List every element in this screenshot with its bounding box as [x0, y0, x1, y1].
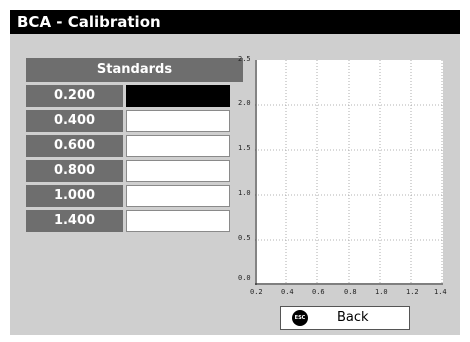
standard-reading-field[interactable]: [126, 85, 230, 107]
back-button-label: Back: [337, 310, 369, 325]
y-tick-label: 1.0: [238, 189, 251, 197]
x-tick-label: 1.2: [406, 288, 419, 296]
standard-reading-field[interactable]: [126, 210, 230, 232]
standard-row: 1.400: [26, 210, 243, 232]
standard-row: 1.000: [26, 185, 243, 207]
standard-concentration-label: 1.400: [26, 210, 123, 232]
standard-concentration-label: 1.000: [26, 185, 123, 207]
standards-header: Standards: [26, 58, 243, 82]
x-tick-label: 1.4: [434, 288, 447, 296]
standard-concentration-label: 0.600: [26, 135, 123, 157]
standard-reading-field[interactable]: [126, 185, 230, 207]
y-tick-label: 2.5: [238, 55, 251, 63]
standard-row: 0.400: [26, 110, 243, 132]
standard-row: 0.800: [26, 160, 243, 182]
standard-row: 0.200: [26, 85, 243, 107]
window-title: BCA - Calibration: [10, 10, 460, 34]
standard-reading-field[interactable]: [126, 160, 230, 182]
standard-concentration-label: 0.400: [26, 110, 123, 132]
standard-reading-field[interactable]: [126, 110, 230, 132]
calibration-window: BCA - Calibration Standards 0.200 0.400 …: [10, 10, 460, 335]
x-tick-label: 0.2: [250, 288, 263, 296]
x-tick-label: 1.0: [375, 288, 388, 296]
y-tick-label: 0.0: [238, 274, 251, 282]
calibration-graph: [255, 60, 443, 285]
y-tick-label: 1.5: [238, 144, 251, 152]
back-button[interactable]: ESC Back: [280, 306, 410, 330]
x-tick-label: 0.6: [312, 288, 325, 296]
x-tick-label: 0.8: [344, 288, 357, 296]
standard-concentration-label: 0.200: [26, 85, 123, 107]
graph-grid: [255, 60, 443, 285]
standard-reading-field[interactable]: [126, 135, 230, 157]
y-tick-label: 2.0: [238, 99, 251, 107]
y-tick-label: 0.5: [238, 234, 251, 242]
standard-row: 0.600: [26, 135, 243, 157]
standard-concentration-label: 0.800: [26, 160, 123, 182]
esc-icon: ESC: [292, 310, 308, 326]
x-tick-label: 0.4: [281, 288, 294, 296]
